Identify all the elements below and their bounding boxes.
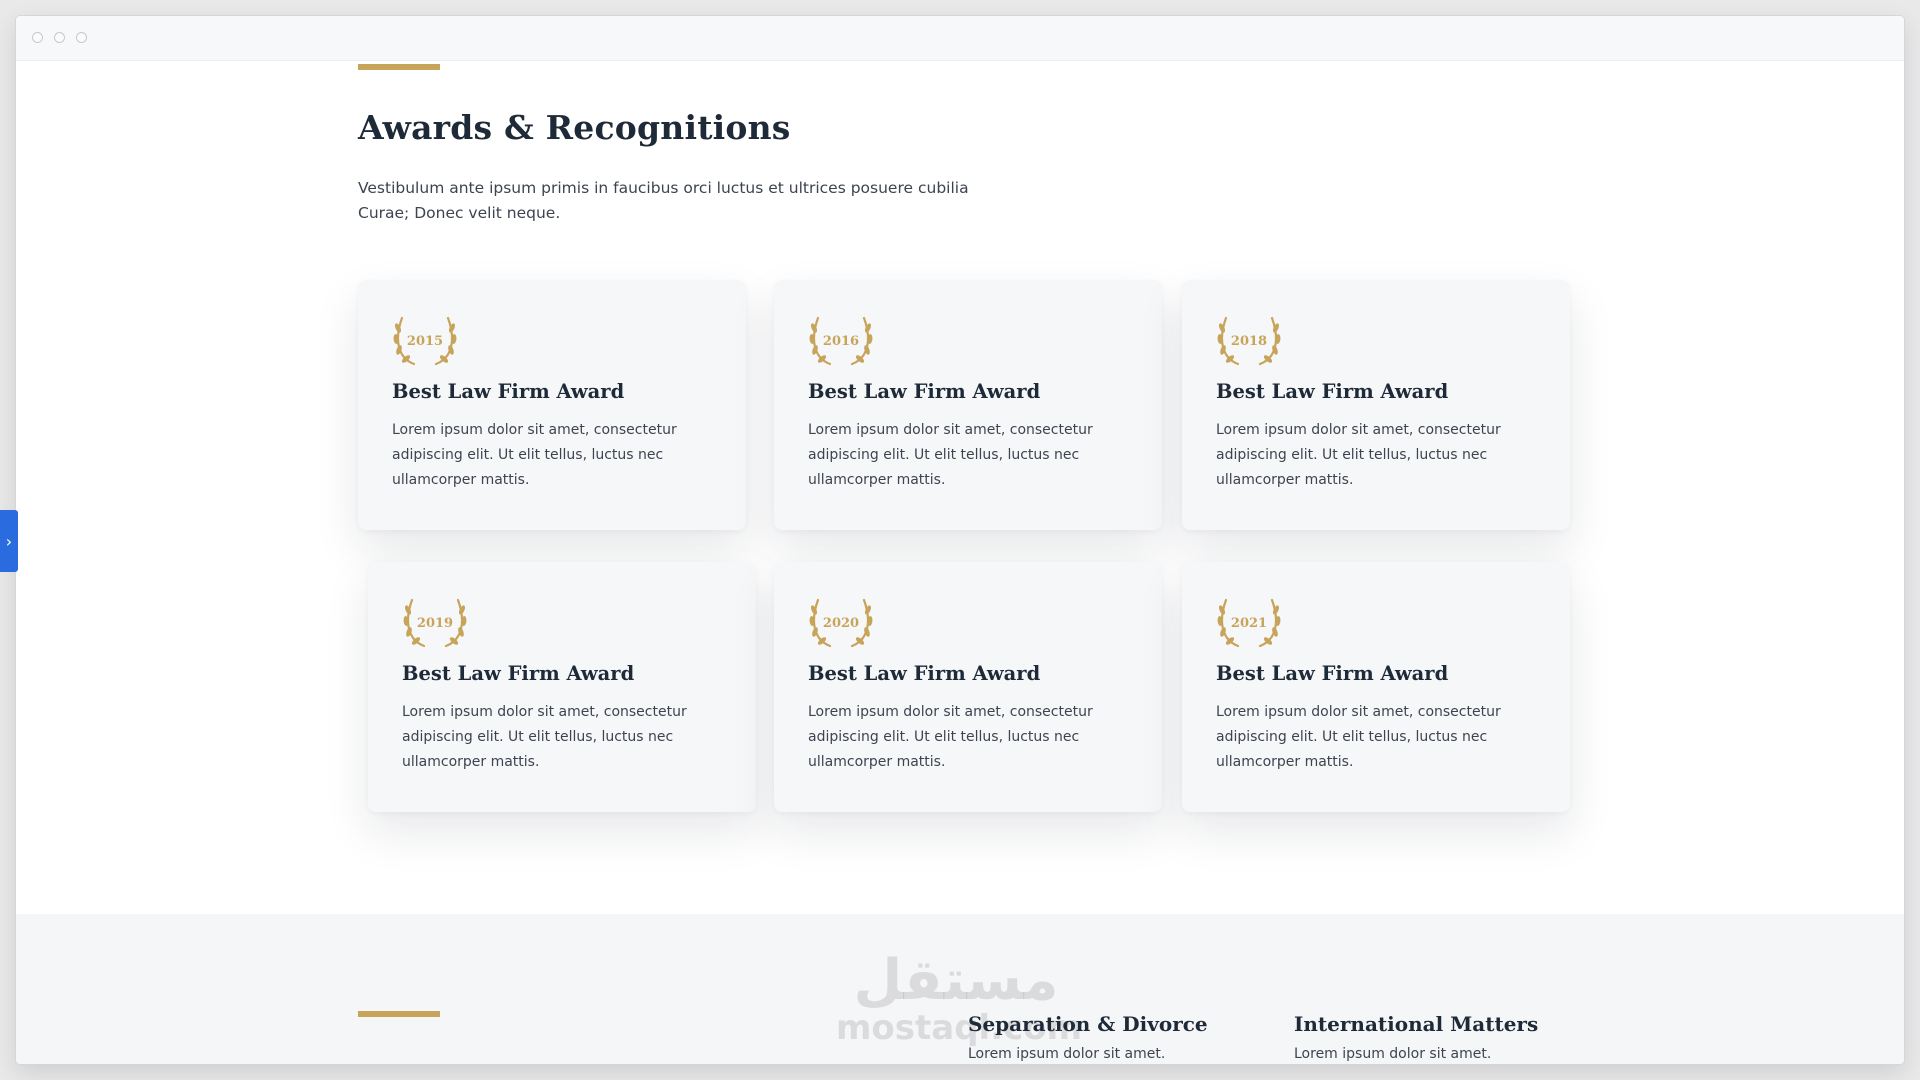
award-description: Lorem ipsum dolor sit amet, consectetur … [392, 422, 677, 488]
service-title[interactable]: Separation & Divorce [968, 1012, 1208, 1036]
award-year: 2018 [1231, 334, 1267, 349]
laurel-wreath-icon: 2018 [1217, 316, 1281, 366]
sidebar-toggle-button[interactable]: › [0, 510, 18, 572]
award-year: 2015 [407, 334, 443, 349]
window-zoom-button[interactable] [76, 32, 87, 43]
award-title: Best Law Firm Award [1216, 662, 1449, 685]
award-title: Best Law Firm Award [808, 662, 1041, 685]
services-accent-bar [358, 1011, 440, 1017]
chevron-right-icon: › [5, 531, 13, 551]
award-description: Lorem ipsum dolor sit amet, consectetur … [1216, 704, 1501, 770]
service-title[interactable]: International Matters [1294, 1012, 1538, 1036]
award-card: 2021 Best Law Firm Award Lorem ipsum dol… [1182, 562, 1570, 812]
award-title: Best Law Firm Award [808, 380, 1041, 403]
section-title: Awards & Recognitions [358, 108, 791, 147]
laurel-wreath-icon: 2016 [809, 316, 873, 366]
award-title: Best Law Firm Award [402, 662, 635, 685]
laurel-wreath-icon: 2020 [809, 598, 873, 648]
browser-window: Awards & Recognitions Vestibulum ante ip… [16, 16, 1904, 1064]
laurel-wreath-icon: 2015 [393, 316, 457, 366]
window-close-button[interactable] [32, 32, 43, 43]
award-description: Lorem ipsum dolor sit amet, consectetur … [402, 704, 687, 770]
award-description: Lorem ipsum dolor sit amet, consectetur … [808, 704, 1093, 770]
award-year: 2016 [823, 334, 859, 349]
award-card: 2016 Best Law Firm Award Lorem ipsum dol… [774, 280, 1162, 530]
laurel-wreath-icon: 2021 [1217, 598, 1281, 648]
award-card: 2020 Best Law Firm Award Lorem ipsum dol… [774, 562, 1162, 812]
section-accent-bar [358, 64, 440, 70]
award-title: Best Law Firm Award [392, 380, 625, 403]
award-year: 2019 [417, 616, 453, 631]
award-card: 2018 Best Law Firm Award Lorem ipsum dol… [1182, 280, 1570, 530]
award-description: Lorem ipsum dolor sit amet, consectetur … [808, 422, 1093, 488]
section-subtitle: Vestibulum ante ipsum primis in faucibus… [358, 179, 969, 222]
award-title: Best Law Firm Award [1216, 380, 1449, 403]
service-description: Lorem ipsum dolor sit amet. [968, 1046, 1166, 1062]
award-card: 2015 Best Law Firm Award Lorem ipsum dol… [358, 280, 746, 530]
award-year: 2020 [823, 616, 859, 631]
award-card: 2019 Best Law Firm Award Lorem ipsum dol… [368, 562, 756, 812]
award-description: Lorem ipsum dolor sit amet, consectetur … [1216, 422, 1501, 488]
services-section [16, 914, 1904, 1064]
service-description: Lorem ipsum dolor sit amet. [1294, 1046, 1492, 1062]
window-titlebar [16, 16, 1904, 61]
award-year: 2021 [1231, 616, 1267, 631]
laurel-wreath-icon: 2019 [403, 598, 467, 648]
window-minimize-button[interactable] [54, 32, 65, 43]
